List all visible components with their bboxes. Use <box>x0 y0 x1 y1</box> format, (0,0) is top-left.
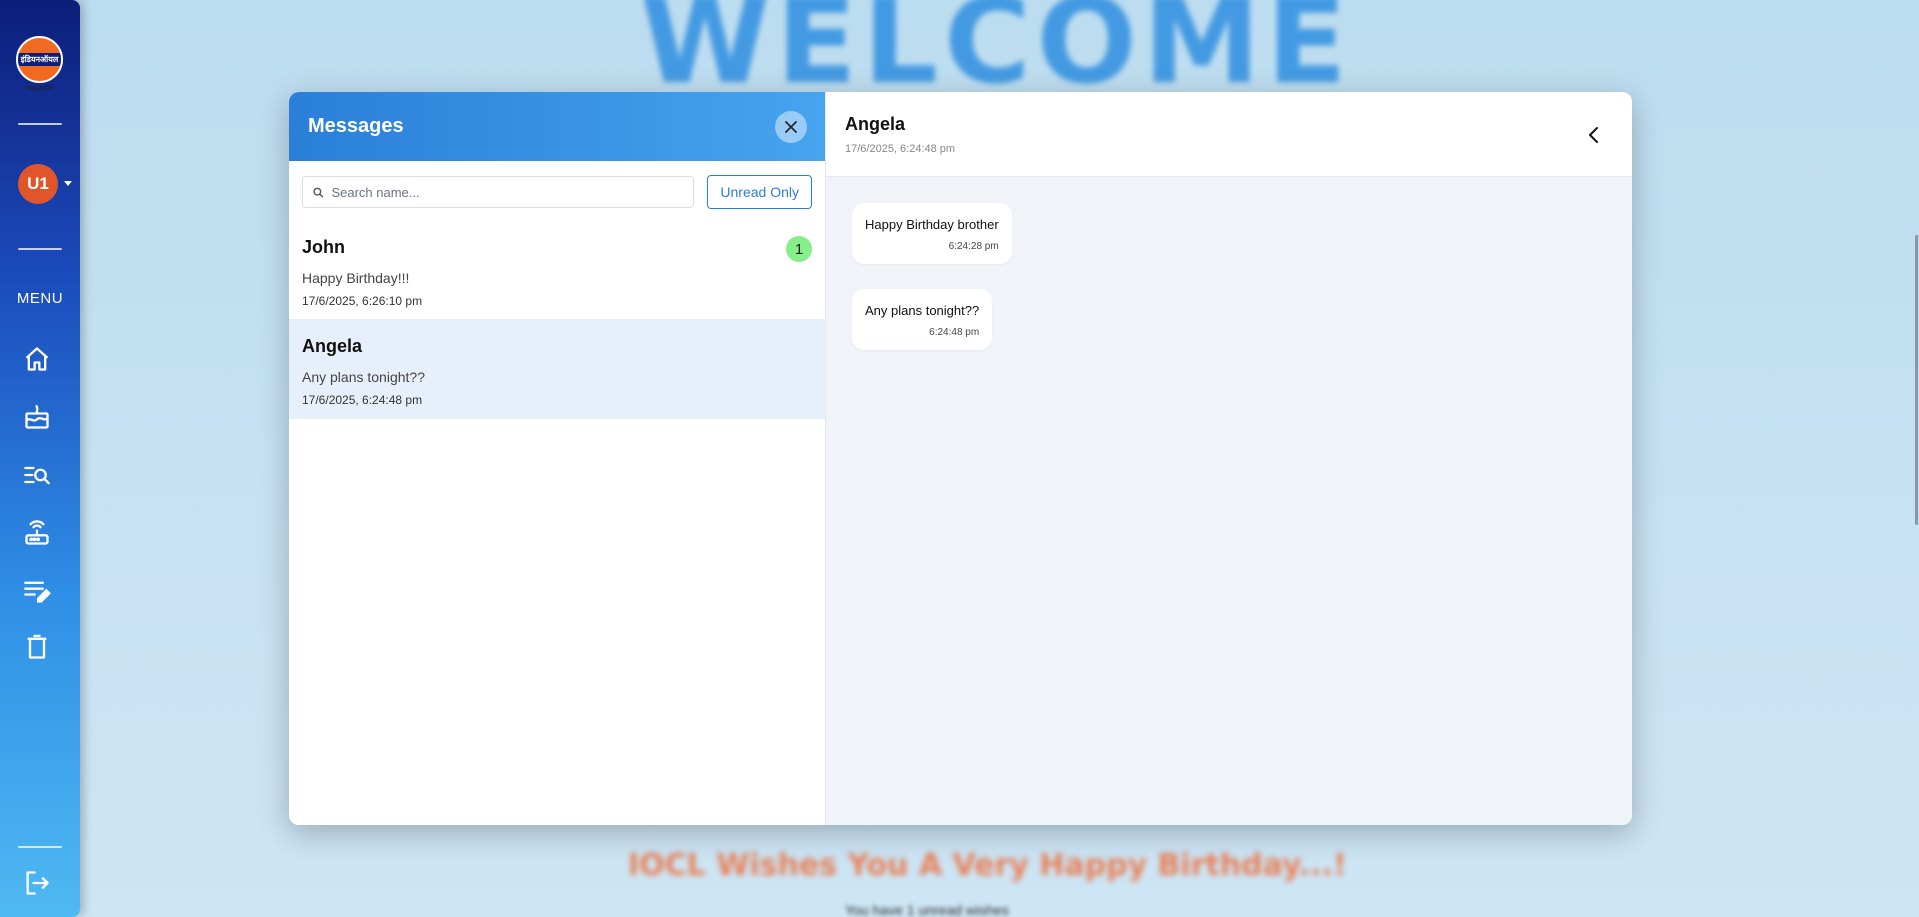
logo-text: इंडियनऑयल <box>18 53 61 66</box>
router-icon[interactable] <box>22 518 52 548</box>
back-button[interactable] <box>1583 124 1605 146</box>
conversation-time: 17/6/2025, 6:24:48 pm <box>302 393 423 407</box>
chat-pane: Angela 17/6/2025, 6:24:48 pm Happy Birth… <box>826 92 1632 825</box>
search-row: Unread Only <box>289 161 825 221</box>
home-icon[interactable] <box>22 344 52 374</box>
message-bubble: Any plans tonight?? 6:24:48 pm <box>852 289 993 350</box>
sidebar-divider <box>18 846 62 848</box>
conversation-list-pane: Messages Unread Only John Happy Birthday… <box>289 92 826 825</box>
messages-header: Messages <box>289 92 825 161</box>
conversation-preview: Any plans tonight?? <box>302 369 425 385</box>
message-text: Happy Birthday brother <box>865 217 999 232</box>
close-button[interactable] <box>775 110 807 143</box>
unread-only-button[interactable]: Unread Only <box>707 175 812 209</box>
list-search-icon[interactable] <box>22 460 52 490</box>
conversation-preview: Happy Birthday!!! <box>302 270 410 286</box>
conversation-time: 17/6/2025, 6:26:10 pm <box>302 294 423 308</box>
messages-modal: Messages Unread Only John Happy Birthday… <box>289 92 1632 825</box>
message-time: 6:24:28 pm <box>948 241 999 252</box>
message-text: Any plans tonight?? <box>865 303 980 318</box>
birthday-wishes-text: IOCL Wishes You A Very Happy Birthday...… <box>628 848 1347 883</box>
sidebar-divider <box>18 123 62 125</box>
search-box[interactable] <box>302 176 695 208</box>
message-thread: Happy Birthday brother 6:24:28 pm Any pl… <box>826 177 1632 376</box>
chevron-left-icon <box>1589 127 1598 143</box>
chat-header: Angela 17/6/2025, 6:24:48 pm <box>826 92 1632 177</box>
message-time: 6:24:48 pm <box>929 327 980 338</box>
unread-badge: 1 <box>786 236 812 262</box>
conversation-name: John <box>302 237 345 257</box>
sidebar-divider <box>18 248 62 250</box>
chevron-down-icon[interactable] <box>64 181 72 186</box>
sidebar: इंडियनऑयल IndianOil U1 MENU <box>0 0 80 917</box>
close-icon <box>785 120 797 133</box>
conversation-item-john[interactable]: John Happy Birthday!!! 17/6/2025, 6:26:1… <box>289 221 825 320</box>
chat-timestamp: 17/6/2025, 6:24:48 pm <box>845 143 956 155</box>
wishes-subtext: You have 1 unread wishes <box>845 902 1009 917</box>
trash-icon[interactable] <box>22 632 52 662</box>
search-icon <box>313 187 324 198</box>
messages-title: Messages <box>308 115 404 137</box>
conversation-name: Angela <box>302 336 363 356</box>
menu-label: MENU <box>16 290 64 307</box>
scrollbar-thumb[interactable] <box>1915 235 1918 525</box>
conversation-item-angela[interactable]: Angela Any plans tonight?? 17/6/2025, 6:… <box>289 320 825 419</box>
logout-icon[interactable] <box>22 868 52 898</box>
logo-subtext: IndianOil <box>26 85 54 92</box>
search-input[interactable] <box>331 184 684 200</box>
edit-notes-icon[interactable] <box>22 576 52 606</box>
message-bubble: Happy Birthday brother 6:24:28 pm <box>852 203 1012 264</box>
indianoil-logo: इंडियनऑयल <box>16 36 63 83</box>
chat-contact-name: Angela <box>845 114 906 134</box>
user-avatar[interactable]: U1 <box>18 164 58 204</box>
cake-icon[interactable] <box>22 402 52 432</box>
page-scrollbar[interactable] <box>1910 0 1919 917</box>
